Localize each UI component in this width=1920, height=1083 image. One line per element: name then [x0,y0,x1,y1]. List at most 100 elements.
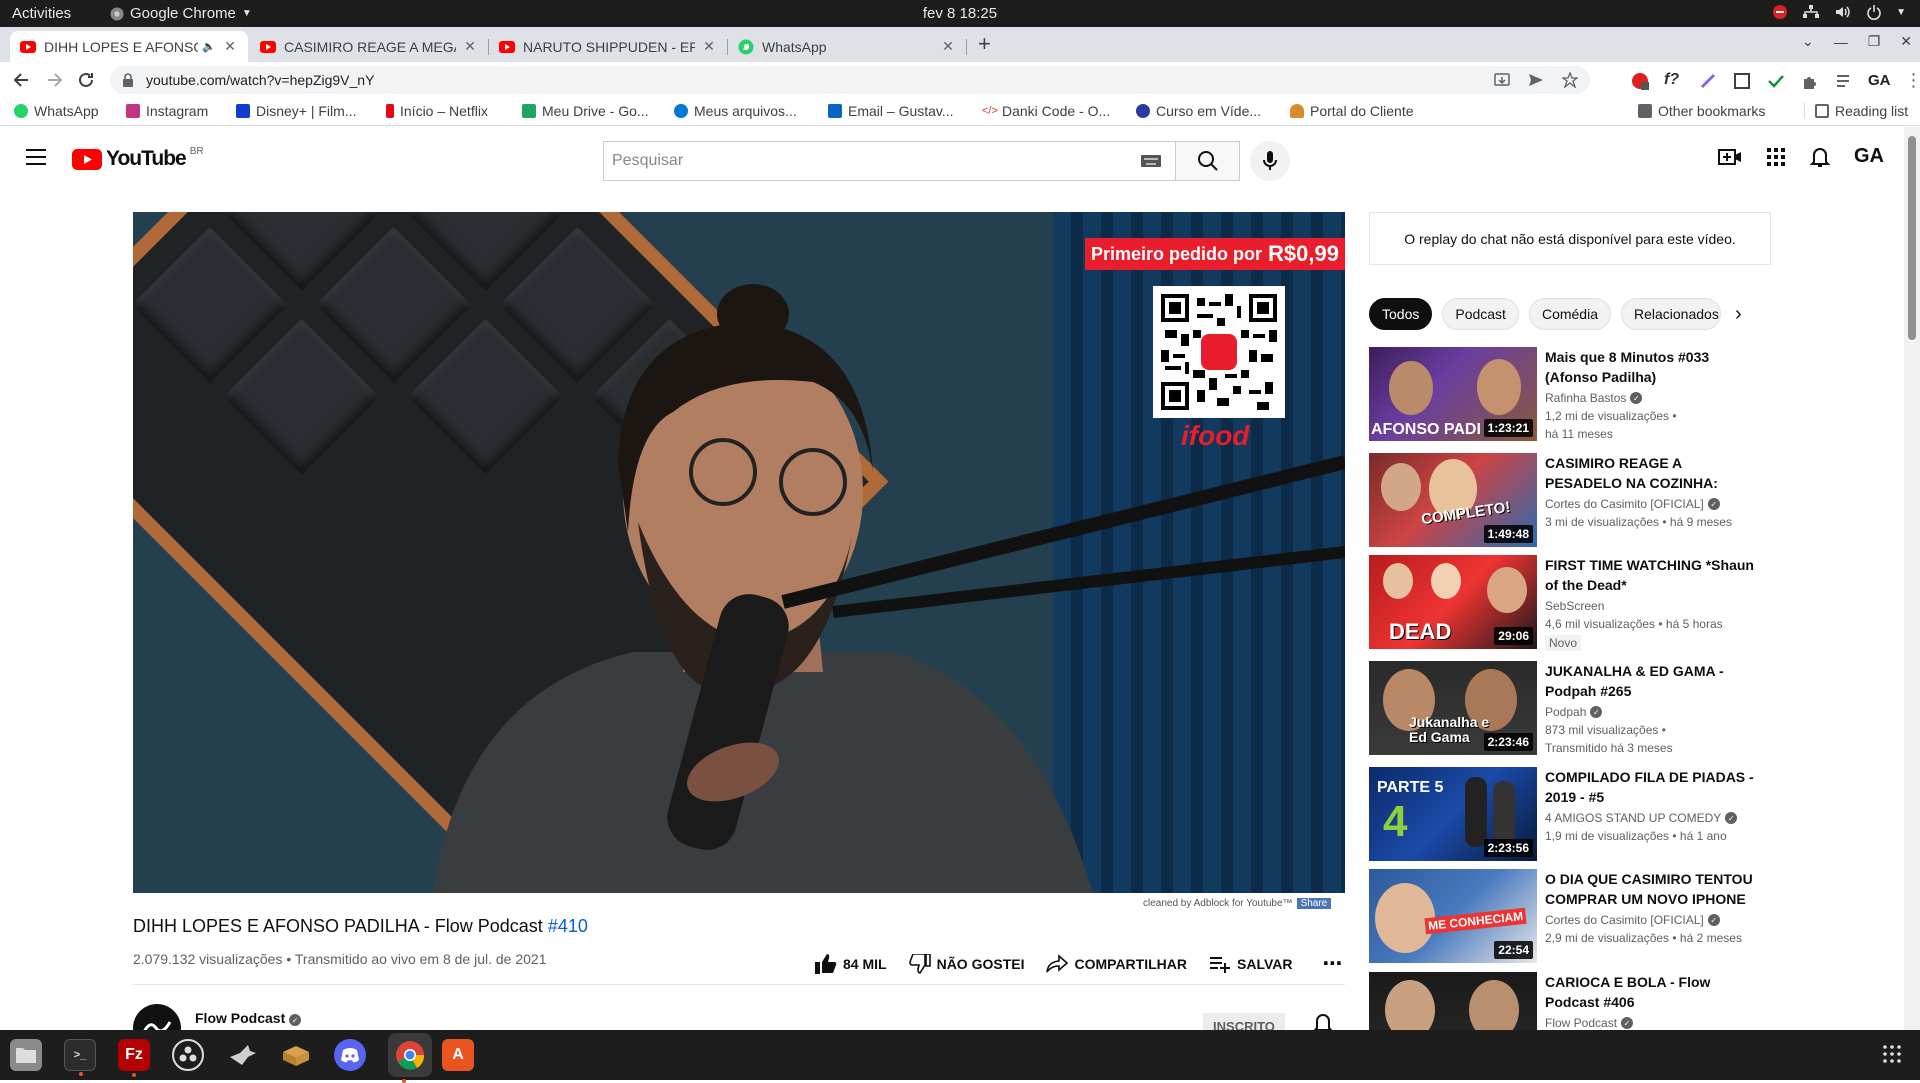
recommendation-item[interactable]: CARIOCA E BOLA - Flow Podcast #406 Flow … [1369,972,1789,1030]
tab-naruto[interactable]: NARUTO SHIPPUDEN - EP ✕ [489,31,727,62]
video-hashtag-link[interactable]: #410 [548,916,588,936]
chevron-right-icon[interactable]: › [1735,303,1742,326]
activities-button[interactable]: Activities [12,5,71,22]
dislike-button[interactable]: NÃO GOSTEI [909,954,1025,974]
audio-playing-icon[interactable]: 🔈 [202,40,216,53]
tab-whatsapp[interactable]: WhatsApp ✕ [728,31,966,62]
tab-casimiro[interactable]: CASIMIRO REAGE A MEGA ✕ [250,31,488,62]
install-app-icon[interactable] [1494,72,1510,88]
send-to-device-icon[interactable] [1528,72,1544,88]
other-bookmarks[interactable]: Other bookmarks [1638,103,1765,119]
reload-icon[interactable] [76,70,96,90]
files-app-icon[interactable] [10,1039,42,1071]
recommendation-channel[interactable]: 4 AMIGOS STAND UP COMEDY✓ [1545,811,1755,825]
page-scrollbar-thumb[interactable] [1908,136,1916,340]
inkscape-app-icon[interactable] [226,1039,258,1071]
video-thumbnail[interactable]: ME CONHECIAM 22:54 [1369,869,1537,963]
recommendation-channel[interactable]: Rafinha Bastos✓ [1545,391,1755,405]
bookmark-instagram[interactable]: Instagram [126,103,208,119]
system-tray[interactable]: ▼ [1772,4,1906,20]
bookmark-netflix[interactable]: Início – Netflix [386,103,488,119]
video-thumbnail[interactable]: DEAD 29:06 [1369,555,1537,649]
do-not-disturb-icon[interactable] [1772,4,1788,20]
video-thumbnail[interactable]: Jukanalha e Ed Gama 2:23:46 [1369,661,1537,755]
bookmark-whatsapp[interactable]: WhatsApp [14,103,99,119]
chrome-app-icon[interactable] [388,1033,432,1077]
account-avatar[interactable]: GA [1854,145,1884,168]
show-applications-icon[interactable] [1882,1044,1902,1064]
caret-down-icon[interactable]: ▼ [1896,7,1906,18]
menu-icon[interactable] [24,147,48,167]
new-tab-button[interactable]: + [978,31,991,57]
notifications-bell-icon[interactable] [1810,146,1830,168]
search-input[interactable]: Pesquisar [604,152,1141,170]
voice-search-button[interactable] [1250,141,1290,181]
recommendation-channel[interactable]: Flow Podcast✓ [1545,1016,1755,1030]
minimize-button[interactable]: — [1834,34,1848,50]
video-thumbnail[interactable]: PARTE 5 4 2:23:56 [1369,767,1537,861]
recommendation-item[interactable]: DEAD 29:06 FIRST TIME WATCHING *Shaun of… [1369,555,1789,651]
formula-extension-icon[interactable]: f? [1664,71,1684,91]
create-video-icon[interactable] [1718,147,1742,167]
close-window-button[interactable]: ✕ [1900,33,1912,50]
adblock-share-button[interactable]: Share [1297,898,1332,909]
recommendation-channel[interactable]: Cortes do Casimito [OFICIAL]✓ [1545,497,1755,511]
recommendation-item[interactable]: COMPLETO! 1:49:48 CASIMIRO REAGE A PESAD… [1369,453,1789,549]
close-tab-button[interactable]: ✕ [940,38,956,55]
lock-icon[interactable] [122,73,134,87]
bookmark-portal[interactable]: Portal do Cliente [1290,103,1414,119]
video-thumbnail[interactable] [1369,972,1537,1030]
address-bar[interactable]: youtube.com/watch?v=hepZig9V_nY [110,66,1590,94]
recommendation-item[interactable]: PARTE 5 4 2:23:56 COMPILADO FILA DE PIAD… [1369,767,1789,863]
chip-podcast[interactable]: Podcast [1442,298,1519,330]
like-button[interactable]: 84 MIL [815,954,887,974]
chip-comedia[interactable]: Comédia [1529,298,1611,330]
reading-list-toolbar-icon[interactable] [1834,71,1854,91]
bookmark-curso-em-video[interactable]: Curso em Víde... [1136,103,1261,119]
obs-app-icon[interactable] [172,1039,204,1071]
clock[interactable]: fev 8 18:25 [923,5,997,22]
screenshot-extension-icon[interactable] [1732,71,1752,91]
terminal-app-icon[interactable]: >_ [64,1039,96,1071]
filezilla-app-icon[interactable]: Fz [118,1039,150,1071]
network-icon[interactable] [1802,4,1820,20]
bookmark-danki[interactable]: </>Danki Code - O... [982,103,1110,119]
close-tab-button[interactable]: ✕ [222,38,238,55]
youtube-logo[interactable]: YouTube BR [72,147,204,171]
channel-name[interactable]: Flow Podcast ✓ [195,1010,301,1027]
discord-app-icon[interactable] [334,1039,366,1071]
tab-search-icon[interactable]: ⌄ [1802,33,1814,50]
share-button[interactable]: COMPARTILHAR [1046,954,1187,974]
search-box[interactable]: Pesquisar [603,141,1176,181]
close-tab-button[interactable]: ✕ [462,38,478,55]
recommendation-item[interactable]: AFONSO PADI 1:23:21 Mais que 8 Minutos #… [1369,347,1789,443]
forward-icon[interactable] [44,70,64,90]
save-button[interactable]: SALVAR [1209,954,1292,974]
maximize-button[interactable]: ❐ [1868,33,1881,50]
recommendation-item[interactable]: Jukanalha e Ed Gama 2:23:46 JUKANALHA & … [1369,661,1789,757]
video-thumbnail[interactable]: AFONSO PADI 1:23:21 [1369,347,1537,441]
bookmark-onedrive[interactable]: Meus arquivos... [674,103,797,119]
power-icon[interactable] [1866,4,1882,20]
software-center-app-icon[interactable]: A [442,1039,474,1071]
recommendation-item[interactable]: ME CONHECIAM 22:54 O DIA QUE CASIMIRO TE… [1369,869,1789,965]
more-menu-icon[interactable]: ⋮ [1905,70,1920,91]
video-thumbnail[interactable]: COMPLETO! 1:49:48 [1369,453,1537,547]
reading-list[interactable]: Reading list [1804,103,1908,119]
apps-grid-icon[interactable] [1766,147,1786,167]
search-button[interactable] [1176,141,1240,181]
archive-manager-app-icon[interactable] [280,1039,312,1071]
volume-icon[interactable] [1834,4,1852,20]
task-extension-icon[interactable] [1766,71,1786,91]
recommendation-channel[interactable]: Podpah✓ [1545,705,1755,719]
recommendation-channel[interactable]: SebScreen [1545,599,1755,613]
bookmark-drive[interactable]: Meu Drive - Go... [522,103,649,119]
bookmark-email[interactable]: Email – Gustav... [828,103,954,119]
back-icon[interactable] [12,70,32,90]
bookmark-disney[interactable]: Disney+ | Film... [236,103,357,119]
ifood-ad-banner[interactable]: Primeiro pedido por R$0,99 [1085,238,1345,270]
puzzle-extensions-icon[interactable] [1800,71,1820,91]
keyboard-icon[interactable] [1141,155,1161,167]
recommendation-channel[interactable]: Cortes do Casimito [OFICIAL]✓ [1545,913,1755,927]
chip-todos[interactable]: Todos [1369,298,1432,330]
